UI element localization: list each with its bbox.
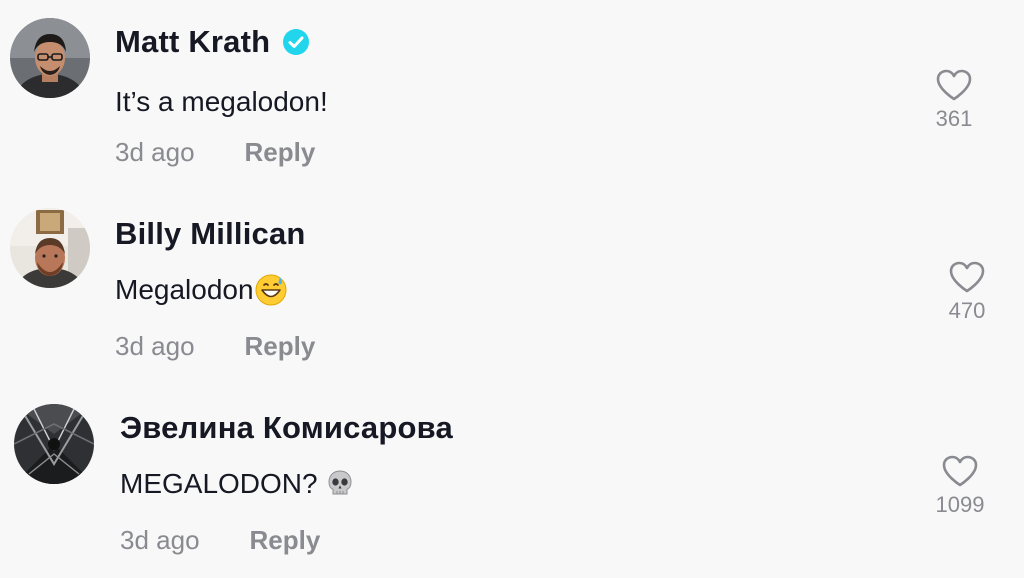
like-count: 361	[935, 106, 973, 131]
username-row: Billy Millican	[115, 212, 306, 256]
heart-outline-icon	[936, 69, 972, 101]
comment-meta: 3d ago Reply	[115, 134, 315, 170]
like-button[interactable]: 1099	[920, 454, 1000, 518]
comment-item: Billy Millican Megalodon 3d ago Reply 47…	[0, 194, 1024, 384]
heart-outline-icon	[949, 261, 985, 293]
like-count: 1099	[935, 492, 985, 517]
avatar[interactable]	[14, 404, 94, 484]
heart-outline-icon	[942, 455, 978, 487]
comment-text-content: Megalodon	[115, 274, 254, 305]
like-count: 470	[948, 298, 986, 323]
timestamp: 3d ago	[115, 136, 195, 167]
username[interactable]: Эвелина Комисарова	[120, 410, 453, 446]
comment-text: It’s a megalodon!	[115, 82, 328, 122]
comment-text: MEGALODON?	[120, 464, 354, 504]
comment-item: Matt Krath It’s a megalodon! 3d ago Repl…	[0, 0, 1024, 190]
skull-icon	[326, 469, 354, 499]
avatar[interactable]	[10, 208, 90, 288]
reply-button[interactable]: Reply	[250, 525, 321, 556]
comment-meta: 3d ago Reply	[115, 328, 315, 364]
reply-button[interactable]: Reply	[245, 331, 316, 362]
like-button[interactable]: 361	[914, 68, 994, 132]
username[interactable]: Billy Millican	[115, 216, 306, 252]
avatar[interactable]	[10, 18, 90, 98]
username-row: Эвелина Комисарова	[120, 406, 453, 450]
username[interactable]: Matt Krath	[115, 24, 270, 60]
verified-badge-icon	[282, 28, 310, 56]
comment-text-content: MEGALODON?	[120, 468, 318, 499]
timestamp: 3d ago	[115, 330, 195, 361]
comment-item: Эвелина Комисарова MEGALODON? 3d ago Rep…	[0, 388, 1024, 578]
grinning-face-with-sweat-icon	[254, 273, 288, 307]
username-row: Matt Krath	[115, 20, 310, 64]
reply-button[interactable]: Reply	[245, 137, 316, 168]
timestamp: 3d ago	[120, 524, 200, 555]
like-button[interactable]: 470	[927, 260, 1007, 324]
comment-text-content: It’s a megalodon!	[115, 86, 328, 117]
comment-meta: 3d ago Reply	[120, 522, 320, 558]
comment-text: Megalodon	[115, 270, 288, 310]
